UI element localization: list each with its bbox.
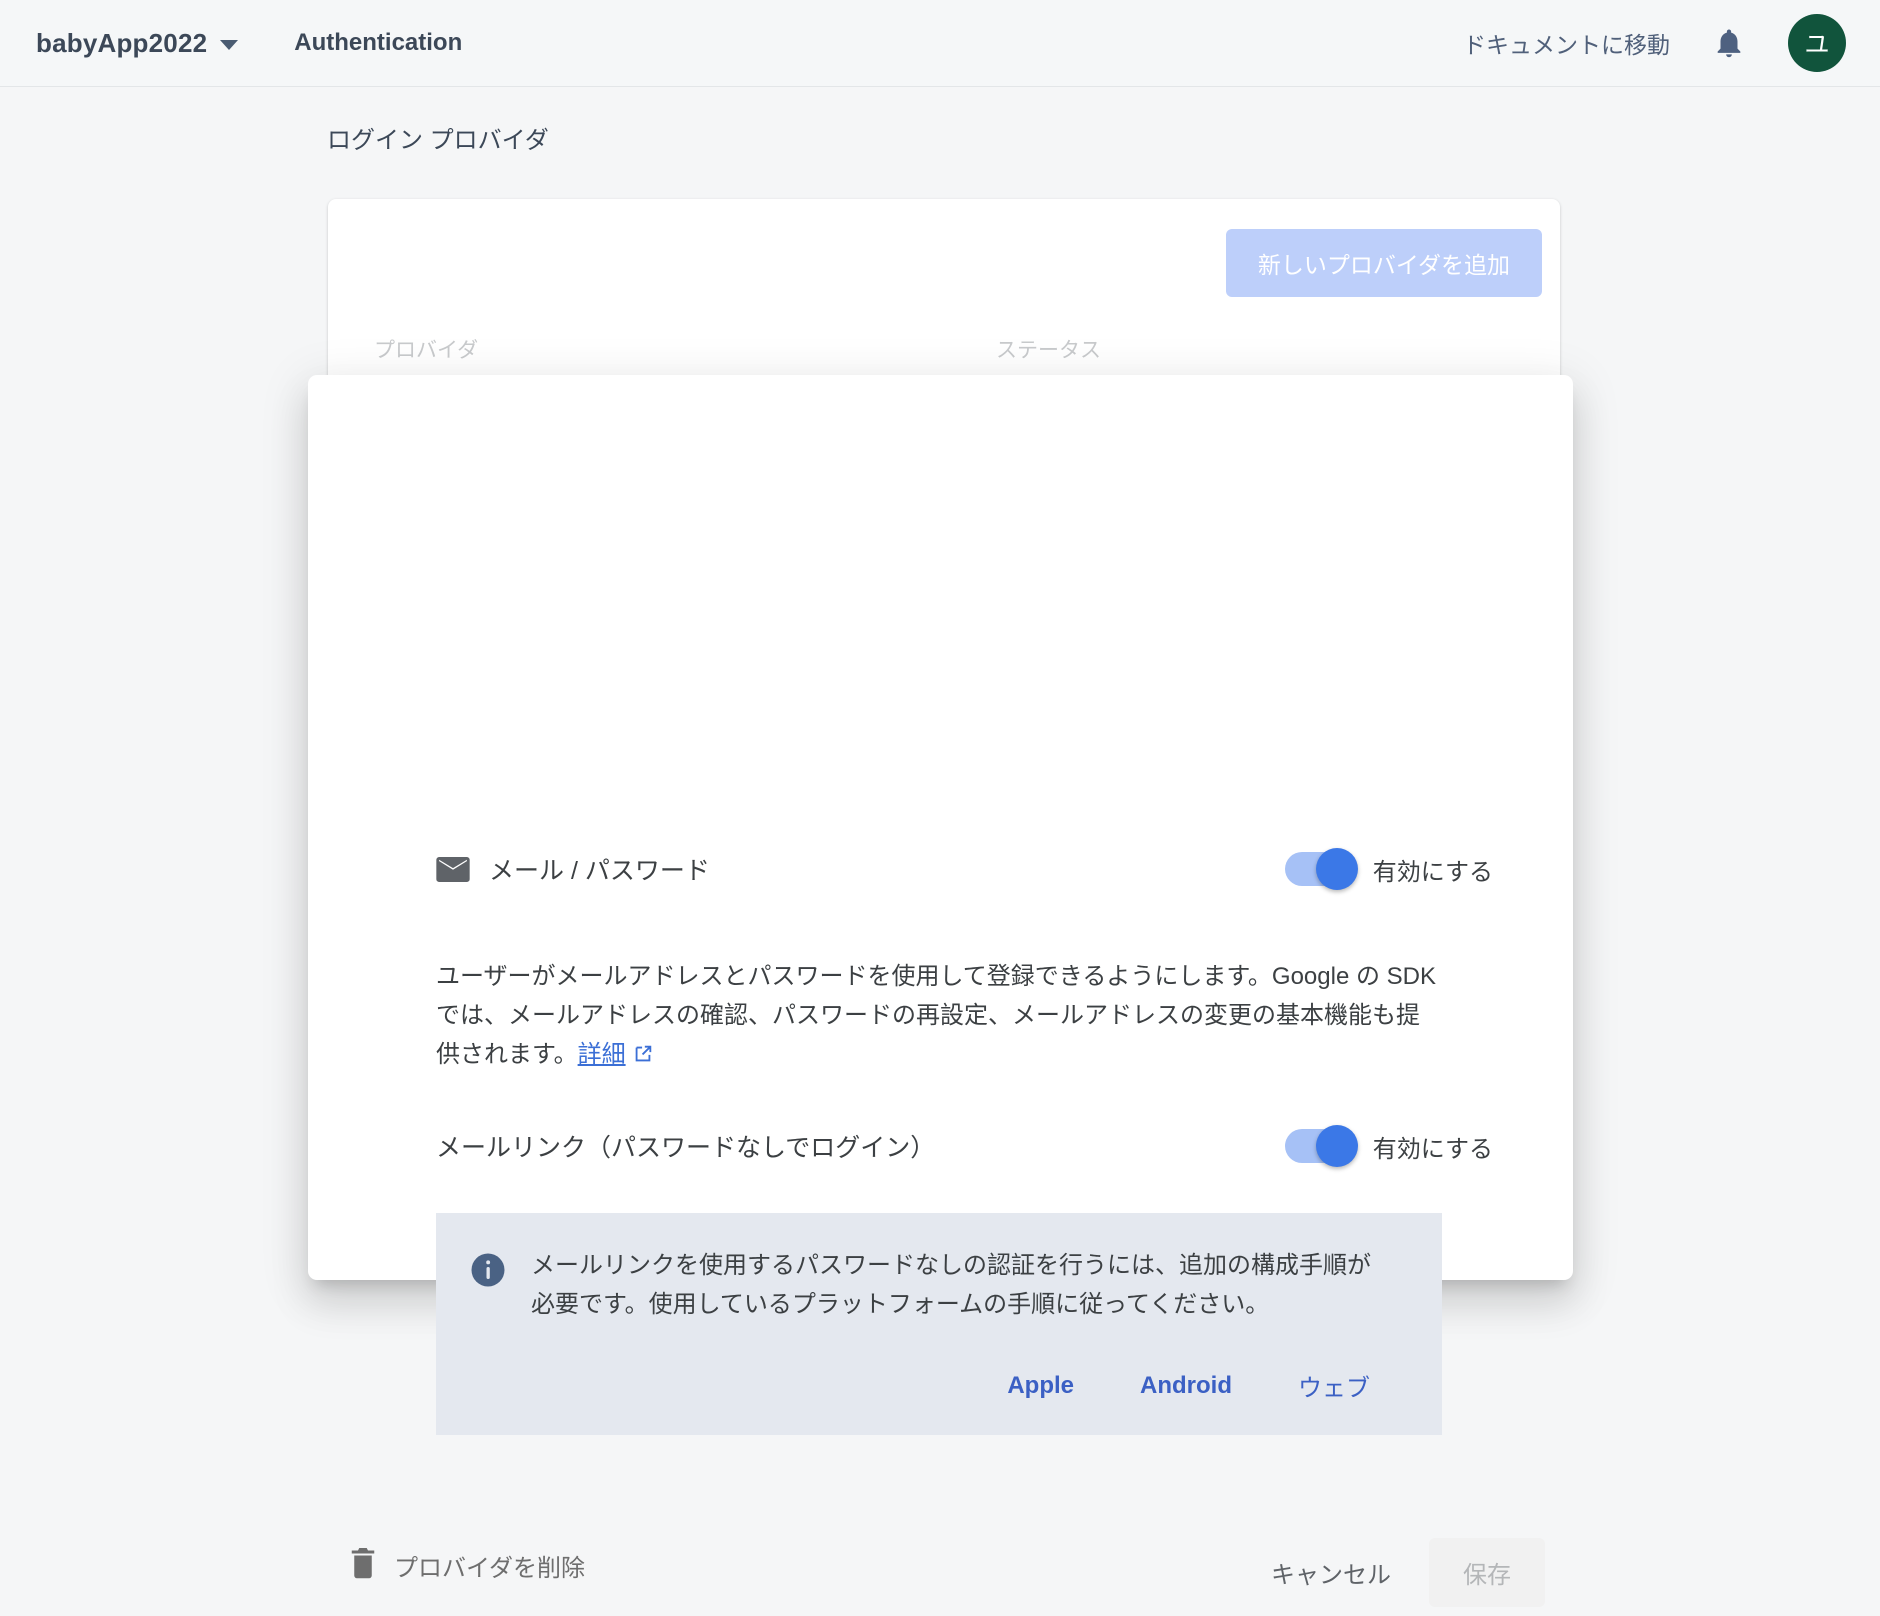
email-password-row: メール / パスワード 有効にする — [436, 851, 1493, 887]
dialog-footer: プロバイダを削除 キャンセル 保存 — [436, 1538, 1493, 1616]
toggle-knob — [1316, 1125, 1358, 1167]
email-password-description: ユーザーがメールアドレスとパスワードを使用して登録できるようにします。Googl… — [436, 957, 1438, 1077]
provider-config-dialog: メール / パスワード 有効にする ユーザーがメールアドレスとパスワードを使用し… — [308, 375, 1573, 1280]
delete-provider-label: プロバイダを削除 — [394, 1548, 585, 1583]
delete-provider-button[interactable]: プロバイダを削除 — [348, 1546, 585, 1585]
platform-links: Apple Android ウェブ — [470, 1362, 1408, 1409]
provider-table-header: プロバイダ ステータス — [374, 324, 1560, 381]
toggle-knob — [1316, 848, 1358, 890]
platform-link-apple[interactable]: Apple — [991, 1366, 1090, 1406]
dialog-footer-actions: キャンセル 保存 — [1245, 1538, 1545, 1607]
email-password-toggle-group: 有効にする — [1285, 852, 1493, 887]
trash-icon — [348, 1546, 378, 1585]
column-header-status: ステータス — [996, 334, 1101, 364]
column-header-provider: プロバイダ — [374, 334, 478, 364]
save-button[interactable]: 保存 — [1429, 1538, 1545, 1607]
email-password-label: メール / パスワード — [489, 851, 710, 887]
platform-link-web[interactable]: ウェブ — [1282, 1362, 1386, 1409]
project-name: babyApp2022 — [36, 28, 207, 59]
email-password-toggle-label: 有効にする — [1373, 852, 1493, 887]
email-link-toggle[interactable] — [1285, 1129, 1355, 1163]
avatar-initial: ユ — [1804, 25, 1829, 61]
email-link-row: メールリンク（パスワードなしでログイン） 有効にする — [436, 1128, 1493, 1164]
page-title: ログイン プロバイダ — [327, 120, 549, 155]
cancel-button[interactable]: キャンセル — [1245, 1538, 1417, 1607]
avatar[interactable]: ユ — [1788, 14, 1846, 72]
info-box-text: メールリンクを使用するパスワードなしの認証を行うには、追加の構成手順が必要です。… — [531, 1246, 1389, 1324]
info-icon — [470, 1252, 506, 1293]
dialog-content: メール / パスワード 有効にする ユーザーがメールアドレスとパスワードを使用し… — [436, 375, 1493, 1280]
chevron-down-icon[interactable] — [220, 40, 238, 50]
add-provider-button[interactable]: 新しいプロバイダを追加 — [1226, 229, 1542, 297]
page-section-title[interactable]: Authentication — [294, 29, 462, 57]
email-password-toggle[interactable] — [1285, 852, 1355, 886]
learn-more-link[interactable]: 詳細 — [578, 1041, 626, 1068]
email-link-toggle-group: 有効にする — [1285, 1129, 1493, 1164]
go-to-docs-link[interactable]: ドキュメントに移動 — [1463, 26, 1670, 60]
email-icon — [436, 857, 470, 882]
project-selector[interactable]: babyApp2022 — [36, 28, 238, 59]
email-link-toggle-label: 有効にする — [1373, 1129, 1493, 1164]
email-link-info-box: メールリンクを使用するパスワードなしの認証を行うには、追加の構成手順が必要です。… — [436, 1213, 1442, 1435]
external-link-icon[interactable] — [632, 1038, 654, 1077]
info-box-body: メールリンクを使用するパスワードなしの認証を行うには、追加の構成手順が必要です。… — [470, 1246, 1408, 1324]
platform-link-android[interactable]: Android — [1124, 1366, 1248, 1406]
top-app-bar: babyApp2022 Authentication ドキュメントに移動 ユ — [0, 0, 1880, 87]
email-link-label: メールリンク（パスワードなしでログイン） — [436, 1128, 935, 1164]
notification-bell-icon[interactable] — [1712, 25, 1746, 61]
